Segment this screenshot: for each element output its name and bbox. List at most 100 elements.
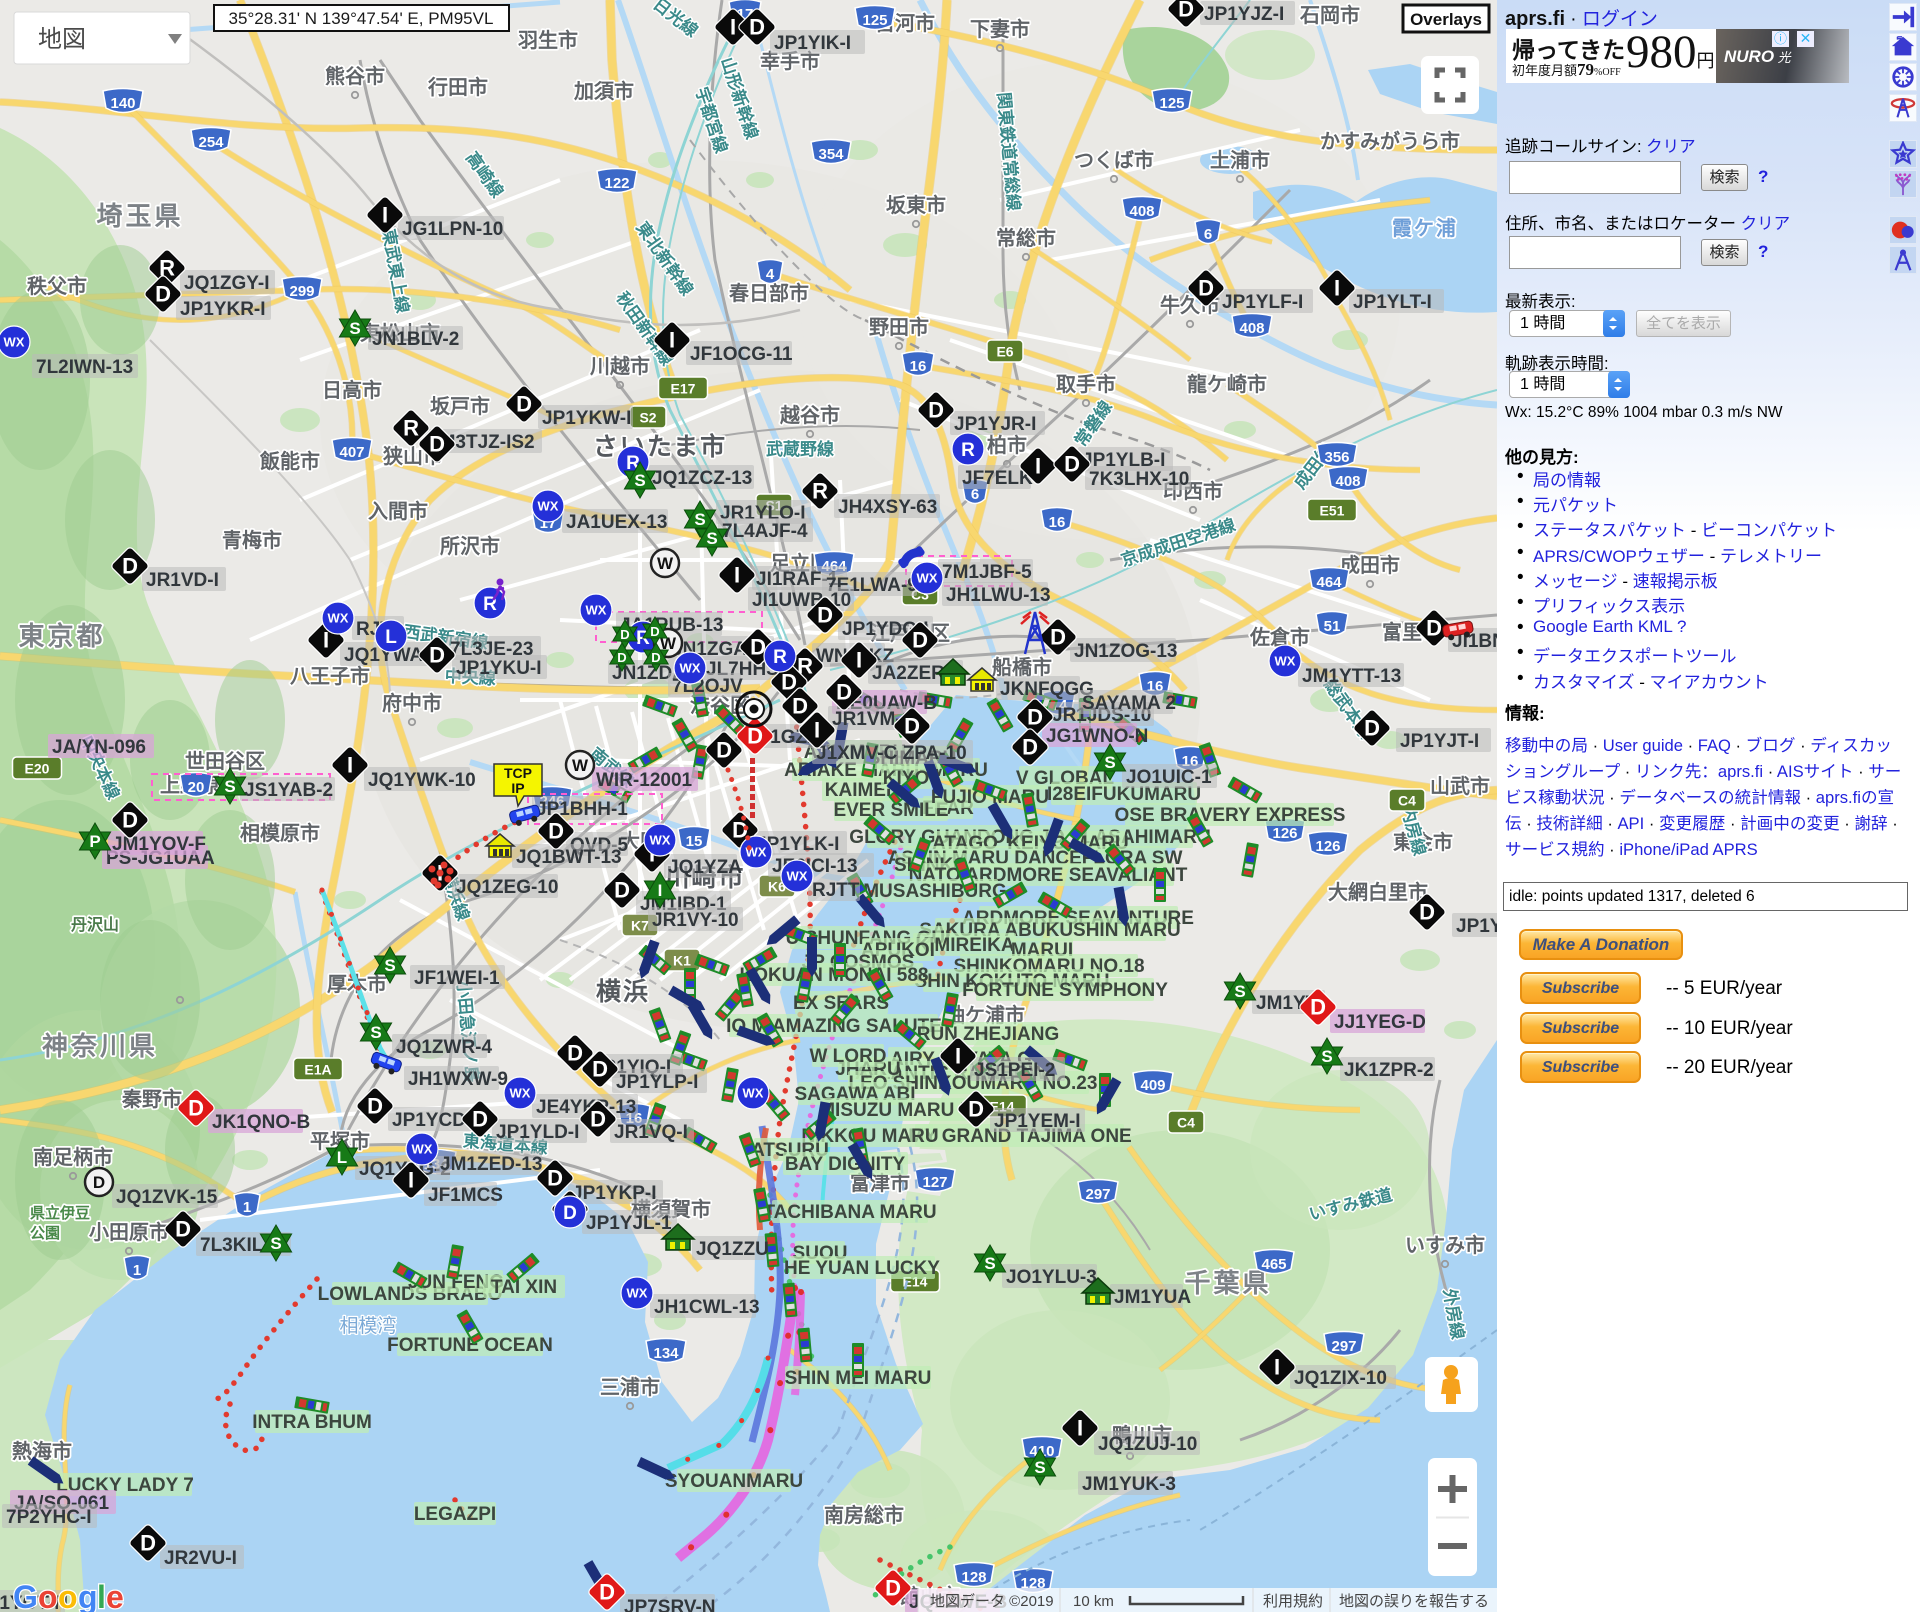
svg-text:JP1YLB-I: JP1YLB-I bbox=[1082, 450, 1165, 471]
svg-text:JG1LPN-10: JG1LPN-10 bbox=[402, 219, 503, 240]
svg-text:JP1YJL-1: JP1YJL-1 bbox=[586, 1213, 672, 1234]
svg-text:10 km: 10 km bbox=[1073, 1593, 1114, 1610]
svg-text:E51: E51 bbox=[1320, 503, 1345, 519]
svg-text:C4: C4 bbox=[1398, 793, 1416, 809]
svg-text:地図の誤りを報告する: 地図の誤りを報告する bbox=[1339, 1593, 1489, 1610]
svg-text:飯能市: 飯能市 bbox=[259, 449, 320, 473]
svg-text:JP1YJT-I: JP1YJT-I bbox=[1400, 731, 1479, 752]
svg-text:さいたま市: さいたま市 bbox=[593, 432, 727, 461]
svg-text:相模湾: 相模湾 bbox=[339, 1315, 396, 1337]
svg-text:TACHIBANA MARU: TACHIBANA MARU bbox=[763, 1202, 936, 1223]
svg-text:D: D bbox=[781, 670, 797, 695]
svg-text:D: D bbox=[122, 808, 138, 833]
svg-text:S: S bbox=[706, 529, 717, 548]
svg-text:霞ケ浦: 霞ケ浦 bbox=[1392, 216, 1458, 240]
svg-text:WX: WX bbox=[627, 1286, 648, 1301]
svg-text:JQ1ZWR-4: JQ1ZWR-4 bbox=[396, 1037, 493, 1058]
svg-text:東京都: 東京都 bbox=[18, 621, 105, 651]
svg-text:熊谷市: 熊谷市 bbox=[325, 64, 385, 88]
svg-text:TCP: TCP bbox=[504, 765, 532, 781]
svg-text:4: 4 bbox=[766, 266, 775, 283]
svg-text:G: G bbox=[13, 1579, 38, 1612]
svg-text:W: W bbox=[572, 756, 589, 775]
svg-text:WX: WX bbox=[412, 1142, 433, 1157]
svg-text:464: 464 bbox=[1316, 574, 1342, 591]
svg-text:297: 297 bbox=[1331, 1338, 1356, 1355]
svg-text:WX: WX bbox=[917, 571, 938, 586]
svg-text:JH1CWL-13: JH1CWL-13 bbox=[654, 1297, 760, 1318]
svg-text:JN1BLV-2: JN1BLV-2 bbox=[372, 329, 459, 350]
svg-text:D: D bbox=[563, 1203, 577, 1224]
svg-text:S: S bbox=[1034, 1458, 1045, 1477]
svg-text:l: l bbox=[97, 1579, 106, 1612]
svg-text:JP1YJZ-I: JP1YJZ-I bbox=[1204, 4, 1284, 25]
svg-text:下妻市: 下妻市 bbox=[970, 17, 1030, 41]
svg-text:BAY DIGNITY: BAY DIGNITY bbox=[785, 1154, 906, 1175]
svg-text:E1A: E1A bbox=[304, 1062, 331, 1078]
svg-text:122: 122 bbox=[604, 175, 629, 192]
svg-text:356: 356 bbox=[1324, 449, 1349, 466]
svg-text:D: D bbox=[1198, 276, 1214, 301]
svg-text:JH4XSY-63: JH4XSY-63 bbox=[838, 497, 937, 518]
svg-text:利用規約: 利用規約 bbox=[1263, 1593, 1323, 1610]
svg-text:神奈川県: 神奈川県 bbox=[42, 1031, 158, 1061]
svg-text:秦野市: 秦野市 bbox=[121, 1087, 182, 1111]
svg-text:JP1YEM-I: JP1YEM-I bbox=[994, 1111, 1081, 1132]
svg-text:D: D bbox=[817, 603, 833, 628]
svg-text:丹沢山: 丹沢山 bbox=[71, 915, 119, 934]
svg-text:土浦市: 土浦市 bbox=[1210, 148, 1270, 172]
svg-text:春日部市: 春日部市 bbox=[728, 281, 809, 305]
svg-text:WX: WX bbox=[743, 1086, 764, 1101]
svg-text:D: D bbox=[620, 627, 629, 642]
svg-text:R: R bbox=[812, 479, 828, 504]
svg-text:S: S bbox=[1104, 753, 1115, 772]
svg-text:I: I bbox=[347, 753, 353, 778]
svg-text:南房総市: 南房総市 bbox=[824, 1503, 904, 1527]
svg-text:所沢市: 所沢市 bbox=[440, 534, 500, 558]
svg-text:S: S bbox=[270, 1234, 281, 1253]
svg-text:409: 409 bbox=[1140, 1077, 1165, 1094]
svg-text:S: S bbox=[984, 1254, 995, 1273]
svg-text:S: S bbox=[224, 777, 235, 796]
svg-text:I: I bbox=[1077, 1416, 1083, 1441]
svg-text:20: 20 bbox=[188, 779, 205, 796]
svg-text:OSE BRAVERY EXPRESS: OSE BRAVERY EXPRESS bbox=[1115, 805, 1346, 826]
svg-text:D: D bbox=[1364, 716, 1380, 741]
svg-text:299: 299 bbox=[289, 283, 314, 300]
svg-text:JR2VU-I: JR2VU-I bbox=[164, 1548, 237, 1569]
svg-text:I: I bbox=[382, 203, 388, 228]
svg-text:JM1YUA: JM1YUA bbox=[1114, 1287, 1191, 1308]
svg-text:JK1ZPR-2: JK1ZPR-2 bbox=[1344, 1060, 1434, 1081]
svg-text:WX: WX bbox=[787, 869, 808, 884]
svg-text:常総市: 常総市 bbox=[996, 226, 1056, 250]
svg-text:128: 128 bbox=[961, 1569, 986, 1586]
svg-text:R: R bbox=[961, 440, 975, 461]
svg-text:134: 134 bbox=[653, 1345, 679, 1362]
svg-text:JQ1ZUJ-10: JQ1ZUJ-10 bbox=[1098, 1434, 1197, 1455]
svg-text:JP1YKW-I: JP1YKW-I bbox=[542, 408, 631, 429]
svg-text:SAYAMA 2: SAYAMA 2 bbox=[1082, 693, 1176, 714]
svg-text:JA1UEX-13: JA1UEX-13 bbox=[566, 512, 667, 533]
svg-text:S: S bbox=[1234, 982, 1245, 1001]
svg-text:県立伊豆: 県立伊豆 bbox=[30, 1204, 90, 1222]
svg-text:J1XMV-C ZPA-10: J1XMV-C ZPA-10 bbox=[816, 743, 967, 764]
svg-text:青梅市: 青梅市 bbox=[222, 528, 282, 552]
svg-text:MISUZU MARU 51: MISUZU MARU 51 bbox=[819, 1100, 981, 1121]
svg-text:16: 16 bbox=[1049, 514, 1066, 531]
svg-text:D: D bbox=[93, 1173, 105, 1192]
svg-text:D: D bbox=[904, 714, 920, 739]
svg-text:越谷市: 越谷市 bbox=[779, 403, 840, 427]
svg-text:山武市: 山武市 bbox=[1430, 774, 1490, 798]
svg-text:L: L bbox=[385, 627, 397, 648]
svg-text:JF1OCG-11: JF1OCG-11 bbox=[690, 344, 793, 365]
svg-text:行田市: 行田市 bbox=[427, 75, 488, 99]
svg-text:JM1YUK-3: JM1YUK-3 bbox=[1082, 1474, 1176, 1495]
svg-text:D: D bbox=[836, 680, 852, 705]
svg-text:三浦市: 三浦市 bbox=[600, 1375, 660, 1399]
svg-text:JP7SRV-N: JP7SRV-N bbox=[624, 1597, 716, 1612]
svg-text:JQ1ZGY-I: JQ1ZGY-I bbox=[184, 273, 270, 294]
svg-text:D: D bbox=[1027, 705, 1043, 730]
svg-text:D: D bbox=[1064, 452, 1080, 477]
svg-text:JJ1YEG-D: JJ1YEG-D bbox=[1334, 1012, 1426, 1033]
svg-text:武蔵野線: 武蔵野線 bbox=[766, 439, 834, 459]
